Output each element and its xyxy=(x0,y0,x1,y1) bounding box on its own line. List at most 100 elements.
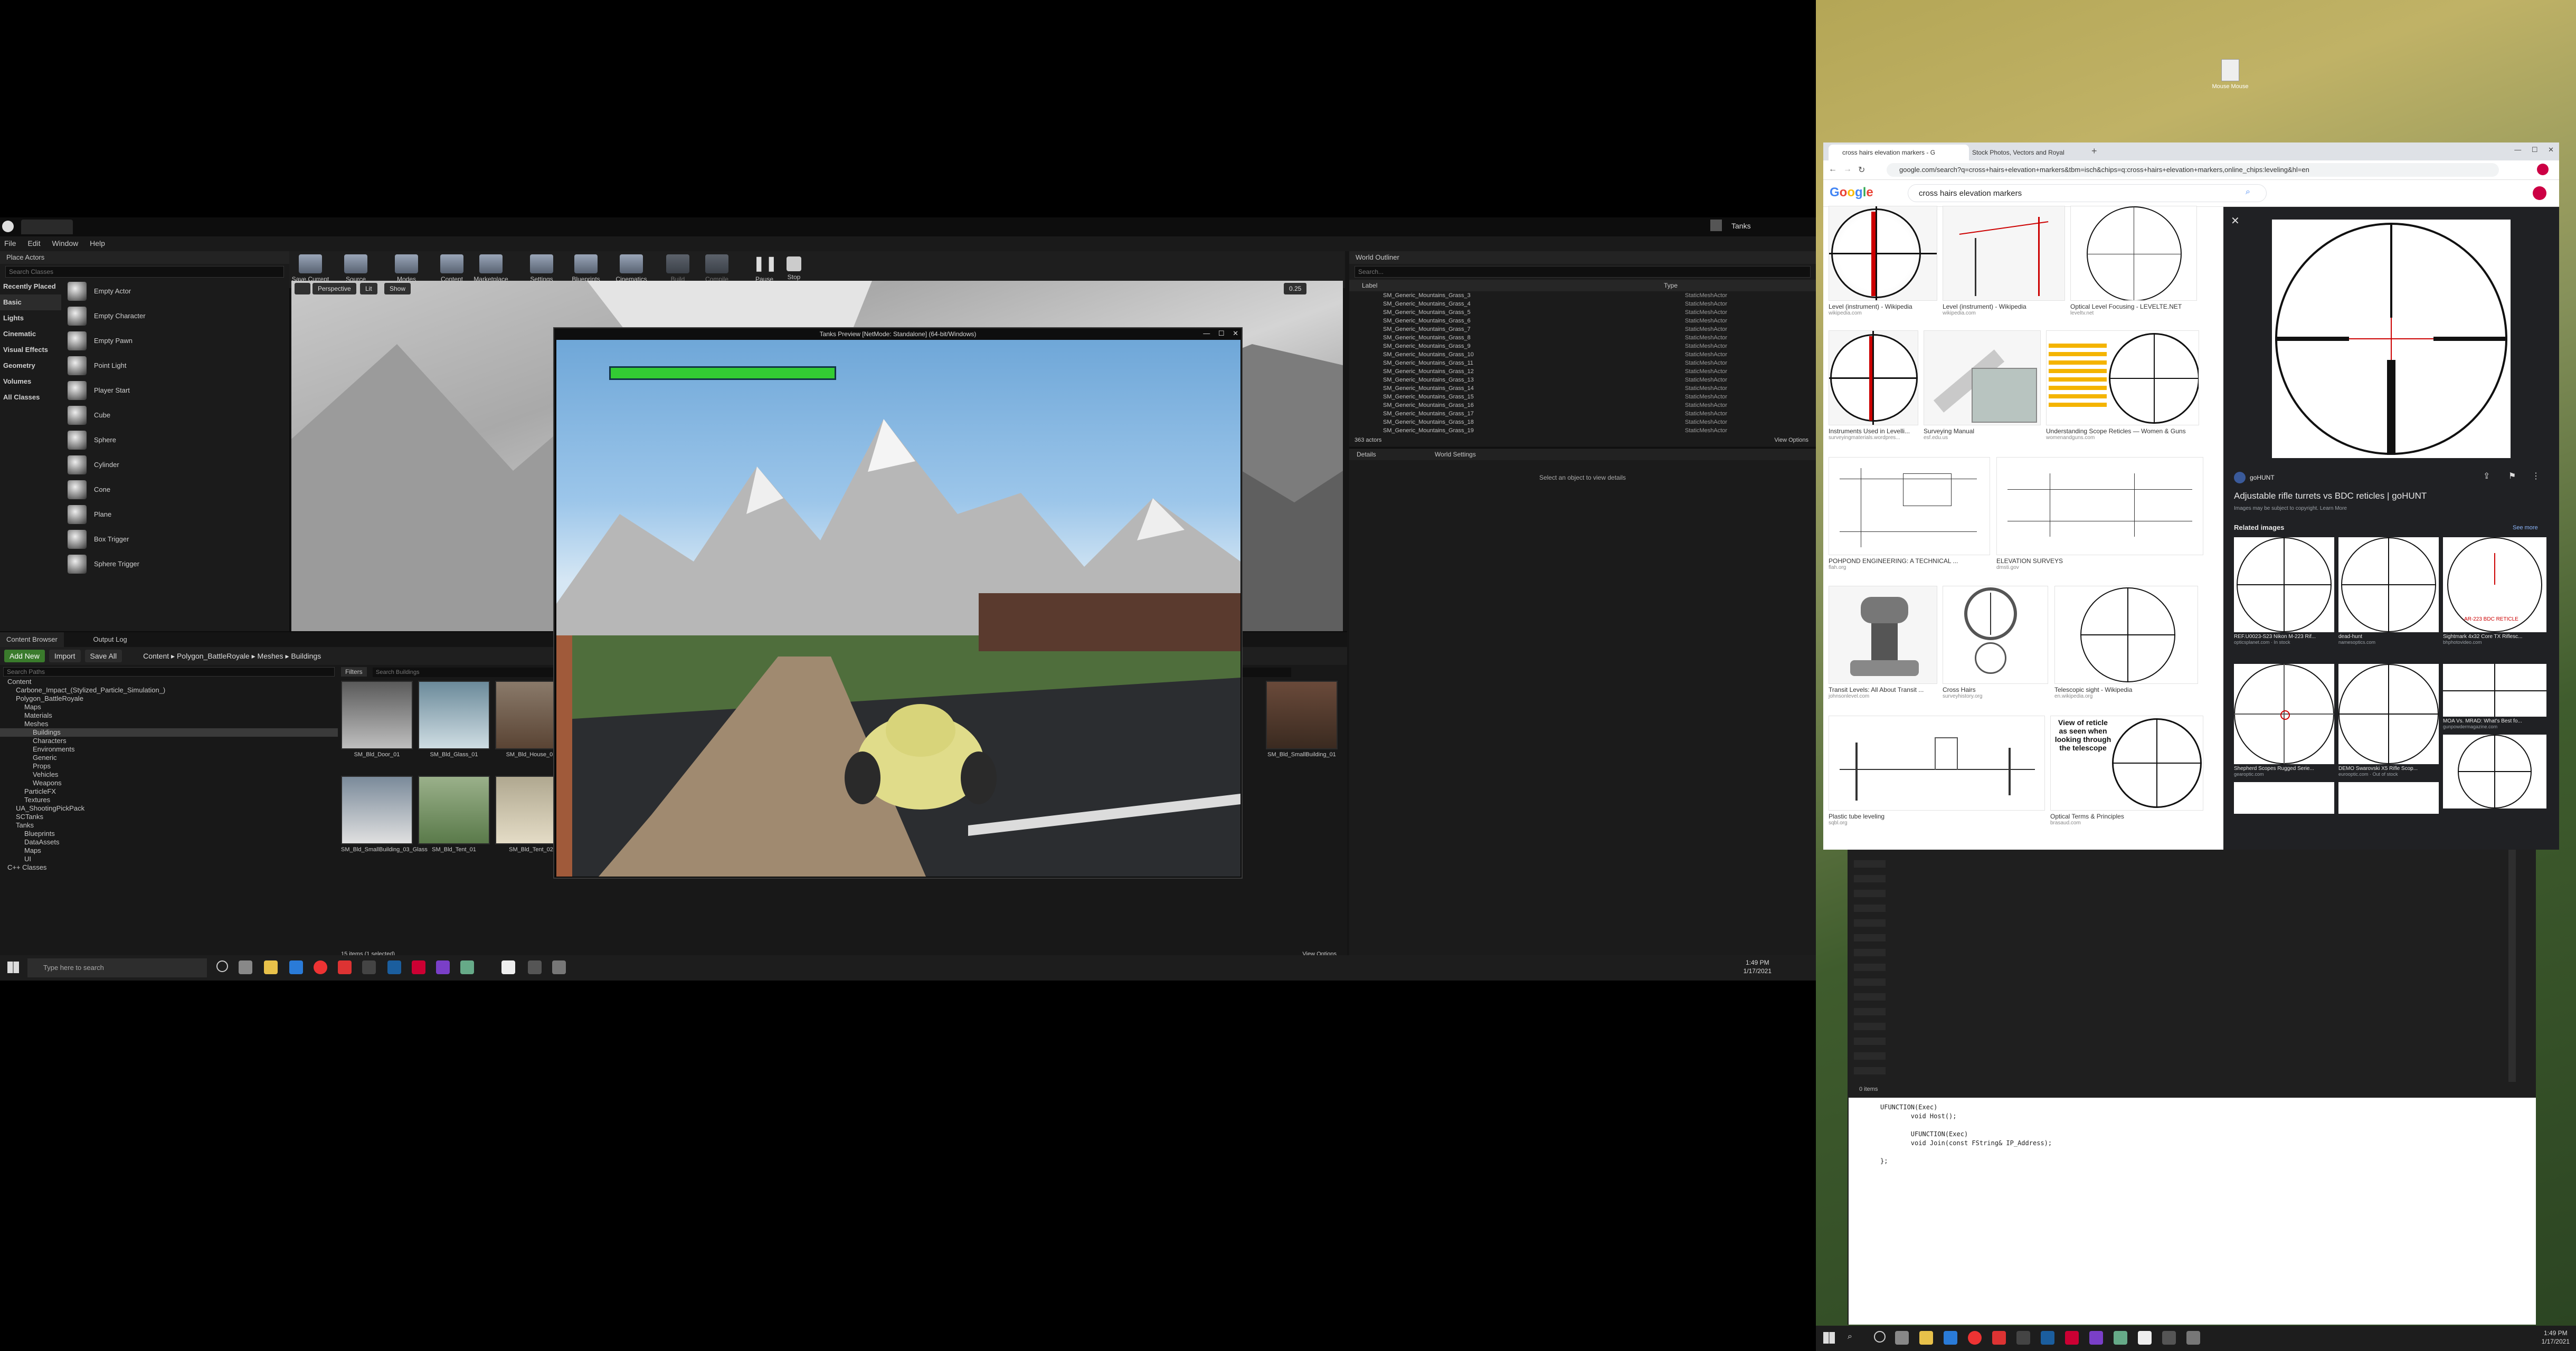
chrome-icon[interactable] xyxy=(1968,1331,1982,1345)
related-image[interactable] xyxy=(2443,735,2546,808)
category-recently-placed[interactable]: Recently Placed xyxy=(0,279,61,294)
outliner-row[interactable]: SM_Generic_Mountains_Grass_18 StaticMeshA… xyxy=(1349,418,1816,426)
outliner-row[interactable]: SM_Generic_Mountains_Grass_9 StaticMeshAc… xyxy=(1349,342,1816,350)
close-icon[interactable]: ✕ xyxy=(2548,146,2554,154)
minimize-icon[interactable]: — xyxy=(2514,146,2521,154)
search-icon[interactable]: ⌕ xyxy=(2246,187,2250,197)
image-result[interactable]: Cross Hairs surveyhistory.org xyxy=(1943,586,2048,699)
steam-icon[interactable] xyxy=(2041,1331,2054,1345)
share-icon[interactable]: ⇪ xyxy=(2483,471,2490,481)
app-icon[interactable] xyxy=(552,960,566,974)
folder-item[interactable]: Characters xyxy=(0,737,338,745)
menu-help[interactable]: Help xyxy=(90,239,105,248)
type-column[interactable]: Type xyxy=(1664,280,1678,291)
app-icon[interactable] xyxy=(2162,1331,2176,1345)
steam-icon[interactable] xyxy=(387,960,401,974)
cortana-icon[interactable] xyxy=(1874,1331,1886,1343)
outliner-row[interactable]: SM_Generic_Mountains_Grass_5 StaticMeshAc… xyxy=(1349,308,1816,317)
new-tab-icon[interactable]: + xyxy=(2091,146,2097,157)
outliner-row[interactable]: SM_Generic_Mountains_Grass_6 StaticMeshAc… xyxy=(1349,317,1816,325)
windows-start-icon[interactable] xyxy=(1823,1332,1835,1344)
close-icon[interactable]: ✕ xyxy=(2231,214,2240,227)
folder-item[interactable]: Polygon_BattleRoyale xyxy=(0,694,338,703)
related-image[interactable]: dead-hunt namesoptics.com xyxy=(2338,537,2439,645)
actor-item[interactable]: Plane xyxy=(62,502,287,527)
taskbar-search[interactable]: Type here to search xyxy=(27,958,207,977)
visual-studio-icon[interactable] xyxy=(436,960,450,974)
actor-item[interactable]: Point Light xyxy=(62,353,287,378)
folder-item[interactable]: Props xyxy=(0,762,338,770)
cortana-icon[interactable] xyxy=(216,960,228,972)
outliner-search[interactable]: Search... xyxy=(1355,266,1811,278)
chrome-icon[interactable] xyxy=(314,960,327,974)
category-cinematic[interactable]: Cinematic xyxy=(0,326,61,342)
folder-item[interactable]: C++ Classes xyxy=(0,863,338,872)
folder-item[interactable]: Carbone_Impact_(Stylized_Particle_Simula… xyxy=(0,686,338,694)
breadcrumb-item[interactable]: Polygon_BattleRoyale xyxy=(177,652,250,660)
address-bar[interactable]: google.com/search?q=cross+hairs+elevatio… xyxy=(1887,163,2499,177)
tab-output-log[interactable]: Output Log xyxy=(87,632,133,647)
image-result[interactable]: Telescopic sight - Wikipedia en.wikipedia… xyxy=(2054,586,2198,699)
folder-item[interactable]: DataAssets xyxy=(0,838,338,846)
tab-world-settings[interactable]: World Settings xyxy=(1427,451,1483,458)
actor-item[interactable]: Player Start xyxy=(62,378,287,403)
actor-item[interactable]: Empty Pawn xyxy=(62,328,287,353)
file-explorer-icon[interactable] xyxy=(264,960,278,974)
related-image[interactable]: Shepherd Scopes Rugged Serie... gearoptic… xyxy=(2234,664,2334,777)
outliner-row[interactable]: SM_Generic_Mountains_Grass_14 StaticMeshA… xyxy=(1349,384,1816,393)
asset-tile[interactable]: SM_Bld_Door_01 xyxy=(341,681,413,774)
tab-level[interactable] xyxy=(21,220,73,234)
app-icon[interactable] xyxy=(2186,1331,2200,1345)
task-view-icon[interactable] xyxy=(239,960,252,974)
label-column[interactable]: Label xyxy=(1349,280,1664,291)
folder-item[interactable]: UA_ShootingPickPack xyxy=(0,804,338,813)
breadcrumb-item[interactable]: Content xyxy=(143,652,169,660)
actor-item[interactable]: Cylinder xyxy=(62,452,287,477)
folder-item[interactable]: ParticleFX xyxy=(0,787,338,796)
account-avatar[interactable] xyxy=(2533,186,2546,200)
back-icon[interactable]: ← xyxy=(1829,165,1837,174)
unreal-engine-icon[interactable] xyxy=(2138,1331,2152,1345)
folder-item[interactable]: UI xyxy=(0,855,338,863)
app-icon[interactable] xyxy=(412,960,425,974)
app-icon[interactable] xyxy=(2065,1331,2079,1345)
related-image[interactable]: REF.U0023-S23 Nikon M-223 Rif... opticspl… xyxy=(2234,537,2334,645)
image-result[interactable]: Level (instrument) - Wikipedia wikipedia.… xyxy=(1829,206,1937,316)
preview-image[interactable] xyxy=(2272,220,2511,458)
related-image[interactable]: AR-223 BDC RETICLE Sightmark 4x32 Core T… xyxy=(2443,537,2546,645)
breadcrumb-item[interactable]: Buildings xyxy=(291,652,321,660)
outliner-row[interactable]: SM_Generic_Mountains_Grass_10 StaticMeshA… xyxy=(1349,350,1816,359)
mail-icon[interactable] xyxy=(1944,1331,1957,1345)
folder-item[interactable]: Maps xyxy=(0,703,338,711)
outliner-view-options[interactable]: View Options xyxy=(1774,437,1808,443)
folder-item[interactable]: Vehicles xyxy=(0,770,338,779)
folder-item[interactable]: Environments xyxy=(0,745,338,754)
terminal-icon[interactable] xyxy=(362,960,376,974)
image-result[interactable]: Plastic tube leveling sqbl.org xyxy=(1829,716,2045,826)
file-explorer-icon[interactable] xyxy=(1919,1331,1933,1345)
windows-start-icon[interactable] xyxy=(7,962,19,973)
outliner-row[interactable]: SM_Generic_Mountains_Grass_3 StaticMeshAc… xyxy=(1349,291,1816,300)
folder-item[interactable]: Blueprints xyxy=(0,830,338,838)
folder-item[interactable]: Tanks xyxy=(0,821,338,830)
place-actors-search[interactable]: Search Classes xyxy=(5,266,284,278)
outliner-row[interactable]: SM_Generic_Mountains_Grass_16 StaticMeshA… xyxy=(1349,401,1816,410)
profile-avatar[interactable] xyxy=(2537,164,2549,175)
related-image[interactable] xyxy=(2234,782,2334,814)
actor-item[interactable]: Box Trigger xyxy=(62,527,287,551)
asset-tile[interactable]: SM_Bld_Tent_01 xyxy=(418,776,490,869)
asset-tile[interactable]: SM_Bld_Glass_01 xyxy=(418,681,490,774)
app-icon[interactable] xyxy=(460,960,474,974)
search-icon[interactable]: ⌕ xyxy=(1848,1332,1852,1342)
folder-item[interactable]: Textures xyxy=(0,796,338,804)
folder-item[interactable]: Generic xyxy=(0,754,338,762)
folder-item[interactable]: SCTanks xyxy=(0,813,338,821)
menu-file[interactable]: File xyxy=(4,239,16,248)
app-icon[interactable] xyxy=(528,960,542,974)
outliner-row[interactable]: SM_Generic_Mountains_Grass_13 StaticMeshA… xyxy=(1349,376,1816,384)
filters-button[interactable]: Filters xyxy=(341,667,367,677)
browser-tab-active[interactable]: cross hairs elevation markers - G xyxy=(1829,145,1969,160)
see-more-link[interactable]: See more xyxy=(2513,525,2538,531)
image-result[interactable]: Level (instrument) - Wikipedia wikipedia.… xyxy=(1943,206,2065,316)
outliner-row[interactable]: SM_Generic_Mountains_Grass_11 StaticMeshA… xyxy=(1349,359,1816,367)
